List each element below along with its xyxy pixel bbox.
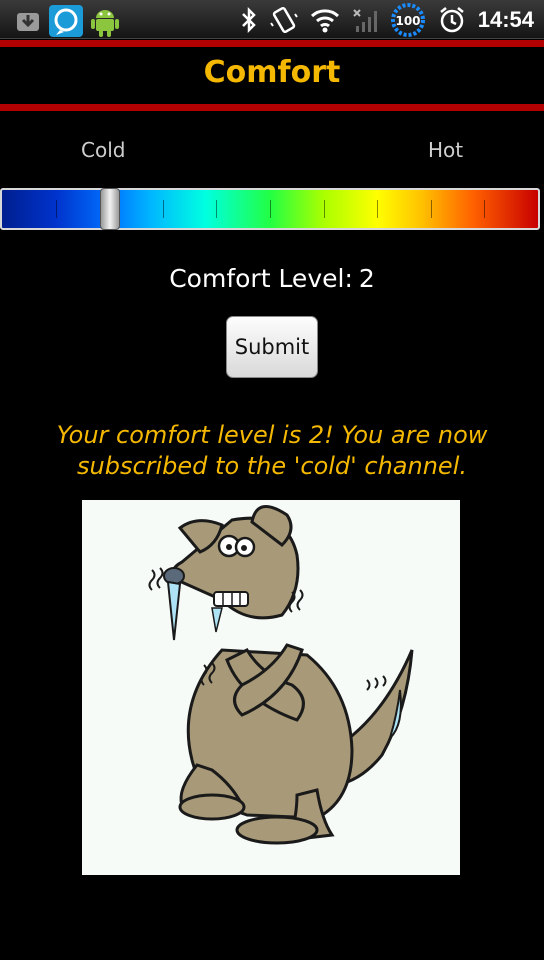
comfort-level-label: Comfort Level: (169, 264, 353, 293)
status-bar-left (14, 4, 120, 38)
wifi-icon (310, 7, 340, 33)
alarm-clock-icon (438, 6, 466, 34)
slider-tick (377, 200, 378, 218)
vibrate-icon (269, 6, 298, 34)
download-icon (14, 7, 42, 35)
slider-tick (431, 200, 432, 218)
slider-tick (270, 200, 271, 218)
slider-min-label: Cold (81, 138, 126, 162)
signal-icon (352, 6, 378, 34)
comfort-level-value: 2 (358, 264, 375, 293)
battery-level-text: 100 (395, 14, 420, 28)
header-top-divider (0, 40, 544, 47)
slider-tick (324, 200, 325, 218)
page-title: Comfort (203, 55, 341, 90)
battery-icon: 100 (390, 2, 426, 38)
bluetooth-icon (240, 6, 258, 34)
comfort-level-readout: Comfort Level: 2 (0, 264, 544, 293)
slider-max-label: Hot (428, 138, 464, 162)
shivering-dog-illustration (148, 505, 414, 845)
comfort-slider[interactable] (0, 188, 540, 230)
header-bottom-divider (0, 104, 544, 111)
slider-tick (484, 200, 485, 218)
android-robot-icon (90, 4, 120, 38)
cold-dog-image (82, 500, 460, 875)
slider-thumb[interactable] (100, 188, 120, 230)
slider-tick (56, 200, 57, 218)
status-bar: 100 14:54 (0, 0, 544, 39)
slider-tick (216, 200, 217, 218)
submit-button[interactable]: Submit (226, 316, 318, 378)
result-message: Your comfort level is 2! You are now sub… (56, 421, 488, 480)
chat-bubble-icon (48, 4, 84, 38)
status-bar-right: 100 14:54 (240, 2, 534, 38)
slider-tick (163, 200, 164, 218)
status-time: 14:54 (477, 7, 534, 32)
